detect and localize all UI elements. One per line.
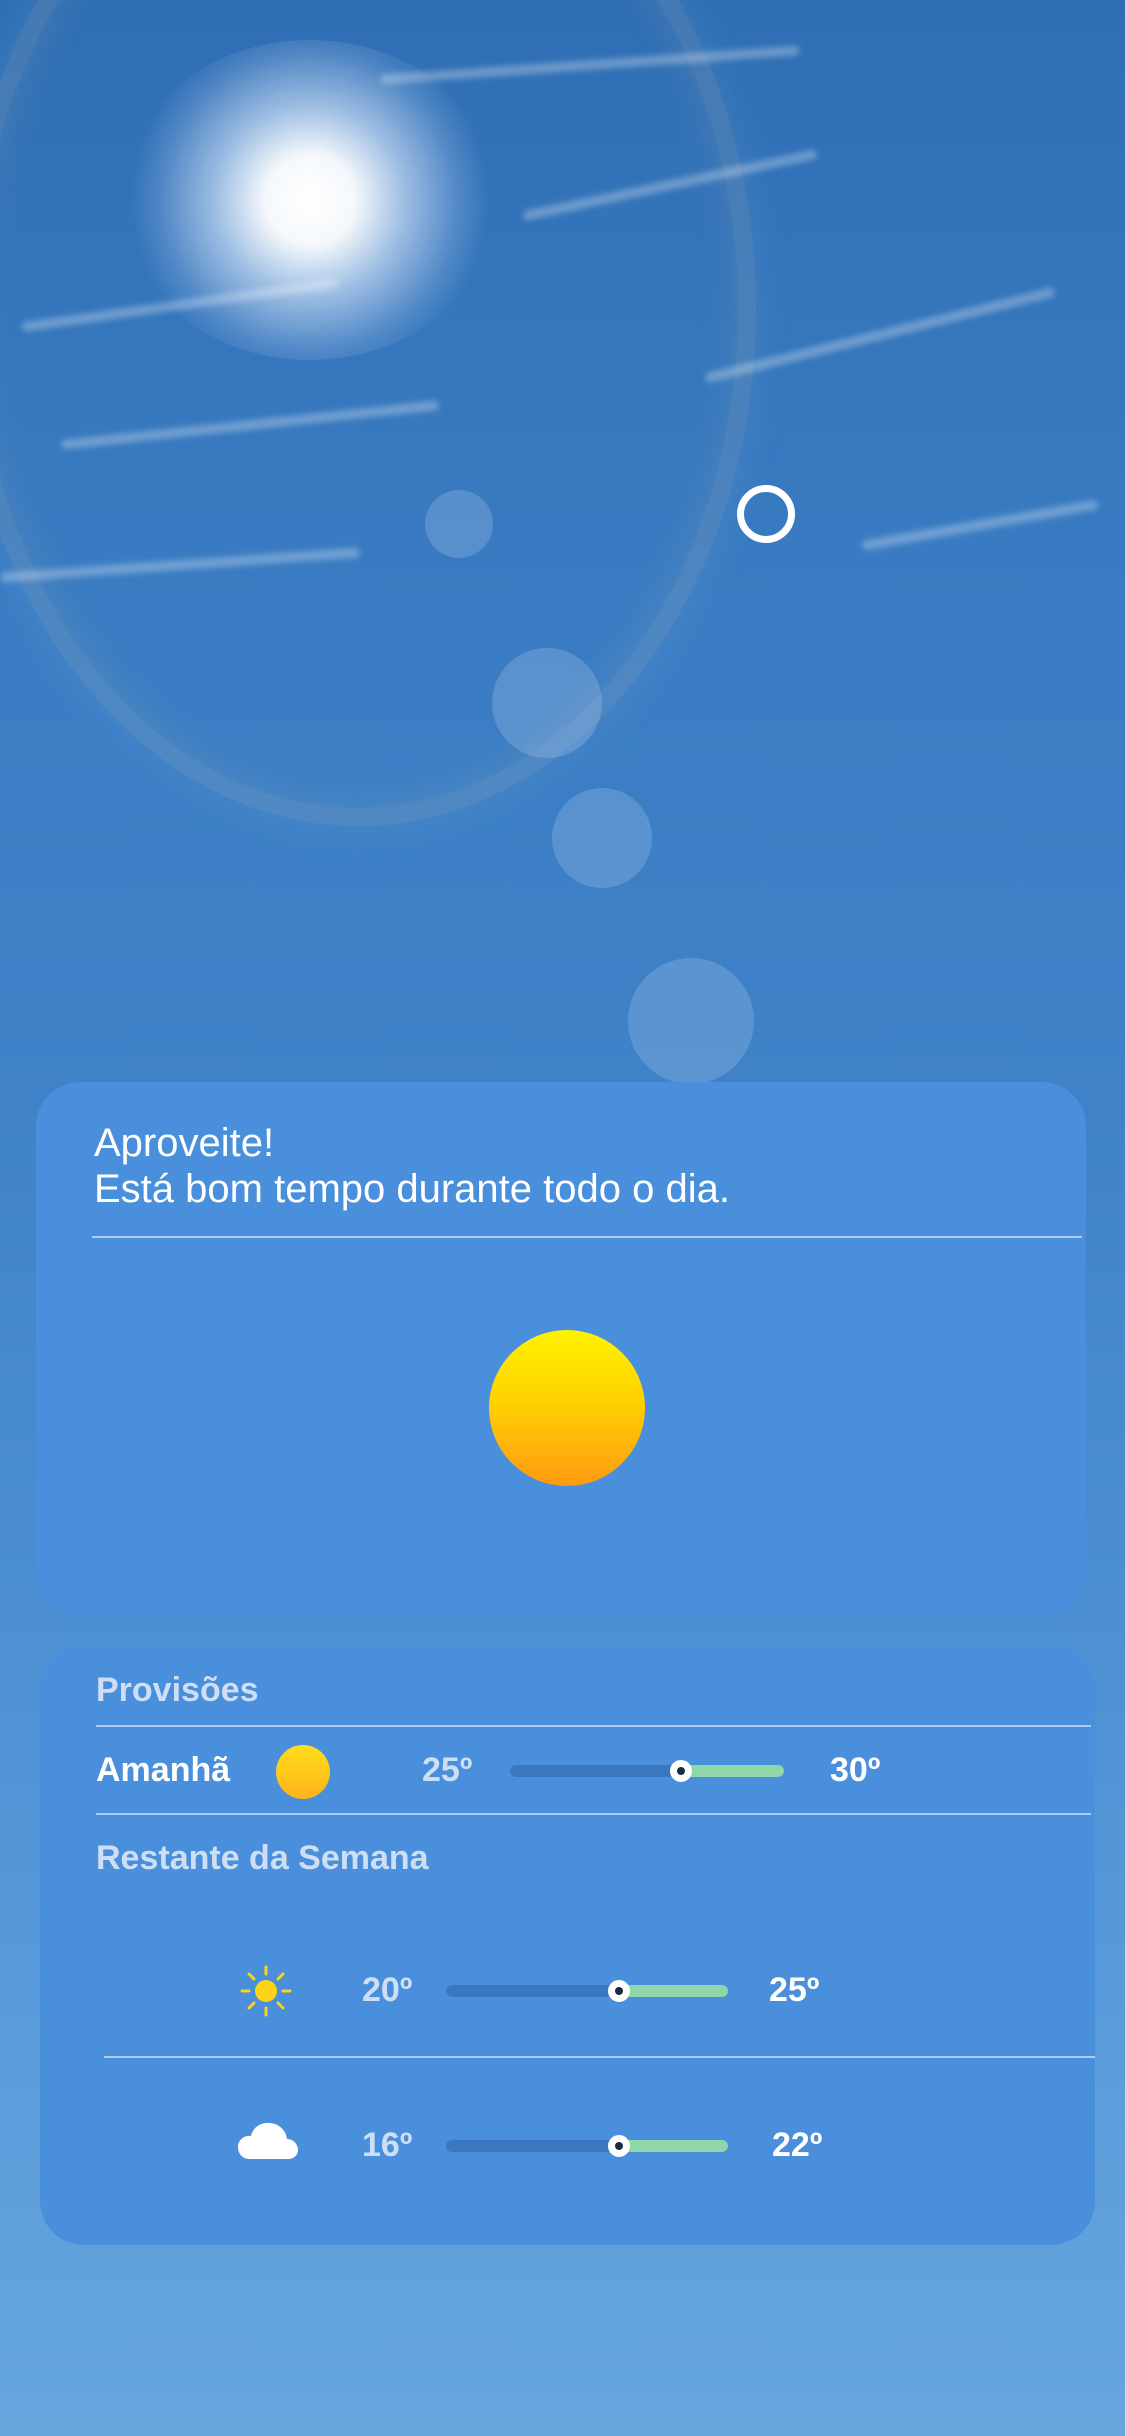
sun-glare bbox=[120, 40, 500, 360]
divider bbox=[96, 1725, 1091, 1727]
sun-icon bbox=[276, 1745, 330, 1799]
rest-of-week-title: Restante da Semana bbox=[96, 1839, 429, 1877]
divider bbox=[92, 1236, 1082, 1238]
lens-flare bbox=[628, 958, 754, 1084]
temp-high: 25º bbox=[769, 1971, 820, 2009]
current-temp-marker bbox=[670, 1760, 692, 1782]
divider bbox=[96, 1813, 1091, 1815]
current-temp-marker bbox=[608, 2135, 630, 2157]
hero-title: Aproveite! bbox=[94, 1121, 275, 1165]
temp-high: 30º bbox=[830, 1751, 881, 1789]
temperature-range-bar bbox=[510, 1760, 784, 1782]
cloud-icon bbox=[236, 2115, 300, 2165]
temperature-range-fill bbox=[680, 1765, 784, 1777]
temperature-range-fill bbox=[618, 1985, 728, 1997]
forecast-card: Provisões Amanhã 25º 30º Restante da Sem… bbox=[40, 1645, 1095, 2245]
temp-high: 22º bbox=[772, 2126, 823, 2164]
sun-outline-icon bbox=[238, 1963, 294, 2019]
temperature-range-bar bbox=[446, 2135, 728, 2157]
touch-indicator-icon bbox=[737, 485, 795, 543]
temperature-range-bar bbox=[446, 1980, 728, 2002]
lens-flare bbox=[425, 490, 493, 558]
cloud-streak bbox=[860, 499, 1100, 551]
summary-card: Aproveite! Está bom tempo durante todo o… bbox=[36, 1082, 1086, 1618]
temp-low: 20º bbox=[362, 1971, 413, 2009]
sky-background bbox=[0, 0, 1125, 1100]
hero-subtitle: Está bom tempo durante todo o dia. bbox=[94, 1167, 730, 1211]
divider bbox=[104, 2056, 1095, 2058]
temperature-range-fill bbox=[618, 2140, 728, 2152]
current-temp-marker bbox=[608, 1980, 630, 2002]
sun-icon bbox=[489, 1330, 645, 1486]
lens-flare bbox=[492, 648, 602, 758]
temp-low: 25º bbox=[422, 1751, 473, 1789]
forecast-section-title: Provisões bbox=[96, 1671, 259, 1709]
temp-low: 16º bbox=[362, 2126, 413, 2164]
lens-flare bbox=[552, 788, 652, 888]
cloud-streak bbox=[704, 286, 1056, 384]
day-label: Amanhã bbox=[96, 1751, 231, 1789]
